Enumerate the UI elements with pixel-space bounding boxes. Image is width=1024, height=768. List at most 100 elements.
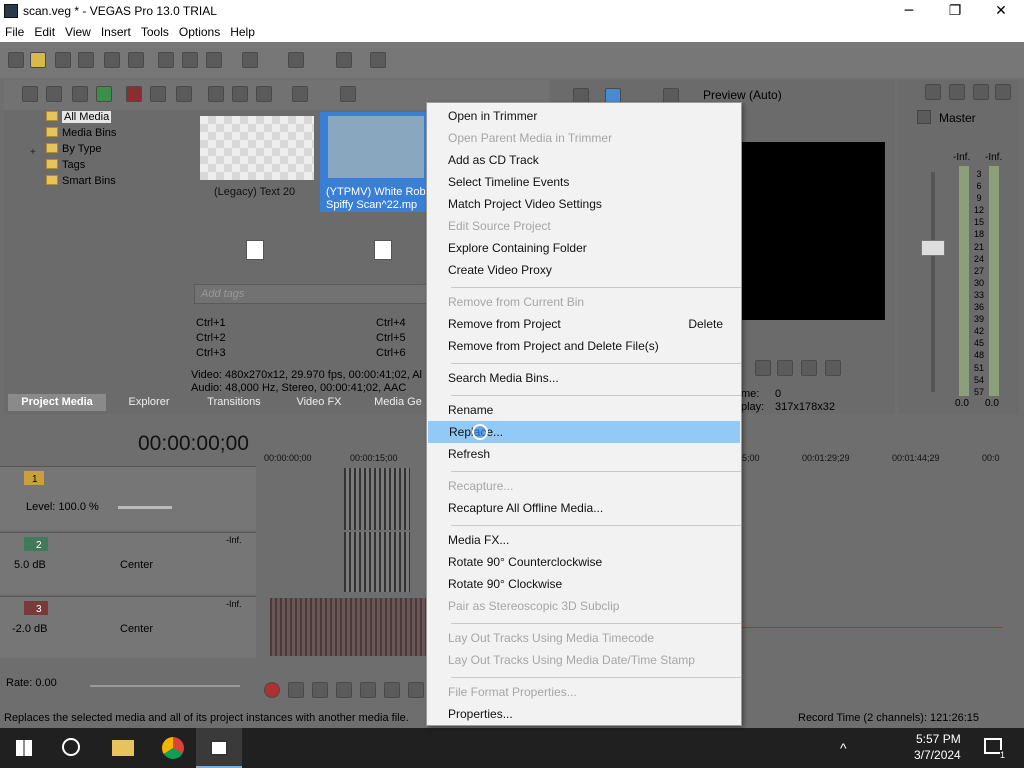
pause-icon[interactable]	[360, 682, 376, 698]
get-media-icon[interactable]	[72, 86, 88, 102]
audio-event[interactable]	[270, 598, 426, 656]
cut-icon[interactable]	[158, 52, 174, 68]
search-icon[interactable]	[340, 86, 356, 102]
menu-edit[interactable]: Edit	[29, 22, 60, 42]
menu-item-add-cd-track[interactable]: Add as CD Track	[427, 149, 741, 171]
stop-icon[interactable]	[232, 86, 248, 102]
menu-file[interactable]: File	[0, 22, 29, 42]
downmix-icon[interactable]	[995, 84, 1011, 100]
stop-icon[interactable]	[384, 682, 400, 698]
menu-item-remove-from-project[interactable]: Remove from Project Delete	[427, 313, 741, 335]
remove-media-icon[interactable]	[126, 86, 142, 102]
menu-tools[interactable]: Tools	[136, 22, 174, 42]
tree-by-type[interactable]: By Type	[46, 143, 102, 159]
menu-item-rotate-ccw[interactable]: Rotate 90° Counterclockwise	[427, 551, 741, 573]
menu-item-open-in-trimmer[interactable]: Open in Trimmer	[427, 105, 741, 127]
menu-item-explore-folder[interactable]: Explore Containing Folder	[427, 237, 741, 259]
tab-project-media[interactable]: Project Media	[8, 394, 106, 411]
menu-item-media-fx[interactable]: Media FX...	[427, 529, 741, 551]
play-icon[interactable]	[208, 86, 224, 102]
menu-options[interactable]: Options	[174, 22, 225, 42]
volume-envelope[interactable]	[738, 627, 1002, 628]
auto-preview-icon[interactable]	[256, 86, 272, 102]
media-item-selected[interactable]: (YTPMV) White Robi Spiffy Scan^22.mp	[320, 112, 430, 212]
maximize-button[interactable]: ❐	[932, 0, 978, 22]
play-from-start-icon[interactable]	[312, 682, 328, 698]
import-media-icon[interactable]	[22, 86, 38, 102]
rate-slider[interactable]	[90, 685, 240, 687]
menu-item-match-project-settings[interactable]: Match Project Video Settings	[427, 193, 741, 215]
audio-track-2[interactable]: 2 5.0 dB Center -Inf.	[0, 532, 256, 594]
save-as-icon[interactable]	[78, 52, 94, 68]
web-icon[interactable]	[96, 86, 112, 102]
menu-item-create-proxy[interactable]: Create Video Proxy	[427, 259, 741, 281]
tab-media-generators[interactable]: Media Ge	[368, 394, 428, 411]
windows-start-icon[interactable]	[16, 740, 32, 756]
media-fx-icon[interactable]	[150, 86, 166, 102]
file-explorer-icon[interactable]	[112, 740, 134, 756]
selection-tool-icon[interactable]	[370, 52, 386, 68]
paste-icon[interactable]	[206, 52, 222, 68]
go-to-start-icon[interactable]	[408, 682, 424, 698]
show-hidden-icons[interactable]: ^	[840, 740, 847, 756]
menu-item-replace[interactable]: Replace...	[428, 421, 740, 443]
save-icon[interactable]	[55, 52, 71, 68]
tab-explorer[interactable]: Explorer	[112, 394, 186, 411]
slow-forward-icon[interactable]	[825, 360, 841, 376]
menu-help[interactable]: Help	[225, 22, 260, 42]
play-icon[interactable]	[336, 682, 352, 698]
minimize-button[interactable]: ─	[886, 0, 932, 22]
tree-tags[interactable]: Tags	[46, 159, 85, 175]
vegas-taskbar-button[interactable]	[196, 728, 242, 768]
slow-reverse-icon[interactable]	[801, 360, 817, 376]
tab-video-fx[interactable]: Video FX	[284, 394, 354, 411]
master-fx-icon[interactable]	[925, 84, 941, 100]
edit-tool-icon[interactable]	[336, 52, 352, 68]
settings-icon[interactable]	[973, 84, 989, 100]
menu-item-search-bins[interactable]: Search Media Bins...	[427, 367, 741, 389]
search-icon[interactable]	[62, 738, 80, 756]
menu-item-select-timeline-events[interactable]: Select Timeline Events	[427, 171, 741, 193]
record-icon[interactable]	[264, 682, 280, 698]
chrome-icon[interactable]	[162, 737, 184, 759]
redo-icon[interactable]	[288, 52, 304, 68]
next-frame-icon[interactable]	[777, 360, 793, 376]
clock-date[interactable]: 3/7/2024	[914, 748, 961, 762]
menu-insert[interactable]: Insert	[96, 22, 136, 42]
tree-expander[interactable]: +	[30, 147, 36, 158]
loop-icon[interactable]	[288, 682, 304, 698]
level-slider[interactable]	[118, 506, 172, 509]
audio-track-3[interactable]: 3 -2.0 dB Center -Inf.	[0, 596, 256, 658]
media-generator-icon[interactable]	[176, 86, 192, 102]
copy-icon[interactable]	[182, 52, 198, 68]
menu-item-rotate-cw[interactable]: Rotate 90° Clockwise	[427, 573, 741, 595]
tree-media-bins[interactable]: Media Bins	[46, 127, 116, 143]
menu-item-remove-and-delete[interactable]: Remove from Project and Delete File(s)	[427, 335, 741, 357]
render-icon[interactable]	[104, 52, 120, 68]
mono-icon[interactable]	[949, 84, 965, 100]
properties-icon[interactable]	[128, 52, 144, 68]
preview-quality-dropdown[interactable]: Preview (Auto)	[703, 88, 782, 102]
close-button[interactable]: ✕	[978, 0, 1024, 22]
menu-view[interactable]: View	[60, 22, 96, 42]
clock-time[interactable]: 5:57 PM	[916, 732, 961, 746]
tags-field[interactable]: Add tags	[194, 284, 430, 304]
video-event[interactable]	[344, 468, 410, 530]
audio-preview-icon[interactable]	[246, 240, 264, 260]
menu-item-rename[interactable]: Rename	[427, 399, 741, 421]
capture-icon[interactable]	[46, 86, 62, 102]
video-track-1[interactable]: 1 Level: 100.0 %	[0, 466, 256, 530]
tree-smart-bins[interactable]: Smart Bins	[46, 175, 116, 191]
undo-icon[interactable]	[242, 52, 258, 68]
audio-event[interactable]	[344, 532, 410, 592]
audio-preview-icon[interactable]	[374, 240, 392, 260]
menu-item-properties[interactable]: Properties...	[427, 703, 741, 725]
media-thumbnail-text[interactable]	[200, 116, 314, 180]
open-icon[interactable]	[30, 52, 46, 68]
tab-transitions[interactable]: Transitions	[196, 394, 272, 411]
tree-all-media[interactable]: All Media	[46, 111, 112, 127]
views-icon[interactable]	[292, 86, 308, 102]
prev-frame-icon[interactable]	[755, 360, 771, 376]
menu-item-recapture-offline[interactable]: Recapture All Offline Media...	[427, 497, 741, 519]
master-fader-knob[interactable]	[921, 240, 945, 256]
